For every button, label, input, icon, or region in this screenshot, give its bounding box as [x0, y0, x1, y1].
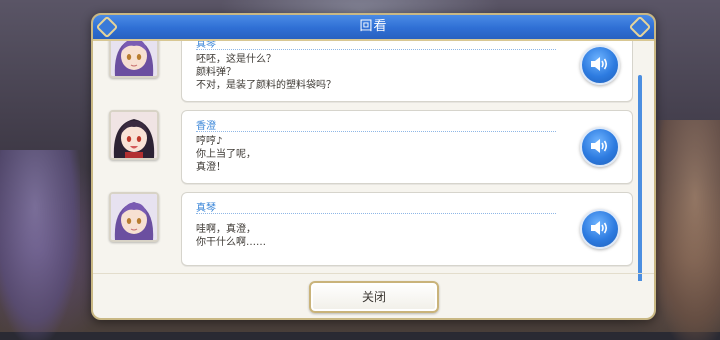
dialogue-line: 哇啊，真澄，: [196, 224, 256, 235]
dialogue-log-list[interactable]: 真琴 呸呸，这是什么？ 颜料弹？ 不对，是装了颜料的塑料袋吗？ 香澄 哼哼♪ 你…: [93, 41, 642, 281]
dialogue-line: 你干什么啊……: [196, 237, 266, 248]
dialogue-line: 呸呸，这是什么？: [196, 54, 276, 65]
makoto-avatar-icon: [109, 192, 159, 242]
kasumi-avatar-icon: [109, 110, 159, 160]
close-button[interactable]: 关闭: [309, 281, 439, 313]
dialogue-line: 不对，是装了颜料的塑料袋吗？: [196, 80, 336, 91]
dialogue-bubble: 香澄 哼哼♪ 你上当了呢， 真澄！: [181, 110, 633, 184]
play-voice-button[interactable]: [580, 45, 620, 85]
dialogue-line: 颜料弹？: [196, 67, 236, 78]
dialog-title-bar: 回看: [93, 15, 654, 41]
log-scrollbar[interactable]: [638, 75, 642, 281]
scrollbar-thumb[interactable]: [638, 75, 642, 281]
speaker-name: 香澄: [196, 121, 216, 132]
log-entry: 真琴 哇啊，真澄， 你干什么啊……: [93, 192, 642, 268]
name-divider: [196, 49, 556, 50]
title-ornament-left: [95, 15, 119, 39]
dialogue-bubble: 真琴 呸呸，这是什么？ 颜料弹？ 不对，是装了颜料的塑料袋吗？: [181, 41, 633, 102]
speaker-icon: [591, 57, 608, 71]
background-character-right: [650, 120, 720, 340]
dialogue-text: 哇啊，真澄， 你干什么啊……: [196, 223, 266, 249]
speaker-icon: [591, 139, 608, 153]
speaker-icon: [591, 221, 608, 235]
footer-divider: [93, 273, 654, 274]
name-divider: [196, 131, 556, 132]
background-character-left: [0, 150, 80, 340]
dialogue-line: 真澄！: [196, 162, 226, 173]
name-divider: [196, 213, 556, 214]
play-voice-button[interactable]: [580, 209, 620, 249]
dialogue-text: 哼哼♪ 你上当了呢， 真澄！: [196, 135, 256, 174]
dialogue-line: 你上当了呢，: [196, 149, 256, 160]
title-ornament-right: [628, 15, 652, 39]
dialogue-text: 呸呸，这是什么？ 颜料弹？ 不对，是装了颜料的塑料袋吗？: [196, 53, 336, 92]
makoto-avatar-icon: [109, 41, 159, 78]
log-dialog: 回看 真琴 呸呸，这是什么？ 颜料弹？ 不对，是装了颜料的塑料袋吗？ 香澄 哼哼…: [91, 13, 656, 320]
dialogue-bubble: 真琴 哇啊，真澄， 你干什么啊……: [181, 192, 633, 266]
log-entry: 香澄 哼哼♪ 你上当了呢， 真澄！: [93, 110, 642, 186]
play-voice-button[interactable]: [580, 127, 620, 167]
speaker-name: 真琴: [196, 203, 216, 214]
dialogue-line: 哼哼♪: [196, 136, 223, 147]
log-entry: 真琴 呸呸，这是什么？ 颜料弹？ 不对，是装了颜料的塑料袋吗？: [93, 41, 642, 104]
dialog-title: 回看: [359, 19, 388, 34]
